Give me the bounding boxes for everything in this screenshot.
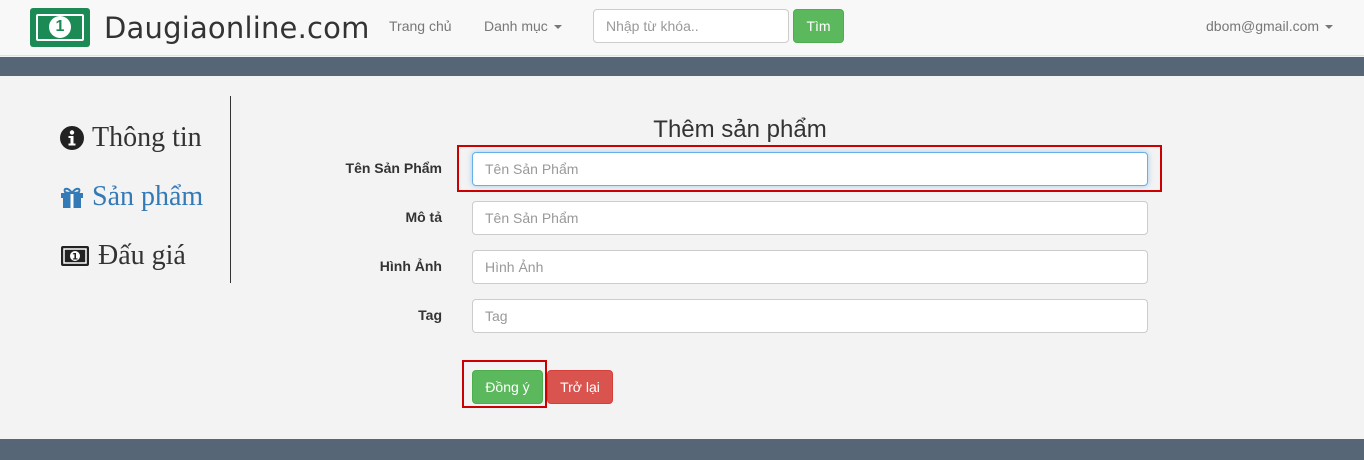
sidebar-item-products[interactable]: Sản phẩm: [60, 181, 203, 213]
back-button[interactable]: Trở lại: [547, 370, 613, 404]
header-band: [0, 57, 1364, 76]
user-menu-dropdown[interactable]: dbom@gmail.com: [1206, 18, 1334, 34]
info-circle-icon: [60, 126, 84, 150]
description-input[interactable]: [472, 201, 1148, 235]
brand-name: Daugiaonline.com: [104, 10, 370, 45]
sidebar-item-label: Thông tin: [92, 122, 202, 153]
sidebar-item-info[interactable]: Thông tin: [60, 122, 202, 154]
tag-label: Tag: [418, 307, 442, 323]
navbar: 1 Daugiaonline.com Trang chủ Danh mục Tì…: [0, 0, 1364, 56]
product-name-input[interactable]: [472, 152, 1148, 186]
svg-text:1: 1: [72, 253, 78, 263]
chevron-down-icon: [1325, 25, 1334, 30]
product-name-label: Tên Sản Phẩm: [345, 160, 442, 176]
form-title: Thêm sản phẩm: [653, 116, 827, 143]
sidebar-item-label: Đấu giá: [98, 240, 186, 271]
gift-icon: [61, 187, 83, 208]
image-input[interactable]: [472, 250, 1148, 284]
image-label: Hình Ảnh: [379, 258, 442, 274]
search-button[interactable]: Tìm: [793, 9, 844, 43]
sidebar: Thông tin Sản phẩm 1 Đấu giá: [60, 96, 231, 283]
nav-categories-dropdown[interactable]: Danh mục: [484, 18, 562, 34]
description-label: Mô tả: [405, 209, 442, 225]
brand-link[interactable]: 1 Daugiaonline.com: [30, 8, 370, 47]
footer-band: [0, 439, 1364, 460]
nav-categories-label: Danh mục: [484, 18, 548, 34]
submit-button[interactable]: Đồng ý: [472, 370, 543, 404]
search-input[interactable]: [593, 9, 789, 43]
sidebar-item-label: Sản phẩm: [92, 181, 204, 212]
user-email: dbom@gmail.com: [1206, 18, 1320, 34]
money-bill-icon: 1: [61, 246, 89, 266]
money-logo-icon: 1: [30, 8, 90, 47]
chevron-down-icon: [553, 25, 562, 30]
nav-home-link[interactable]: Trang chủ: [389, 18, 452, 34]
tag-input[interactable]: [472, 299, 1148, 333]
sidebar-item-auction[interactable]: 1 Đấu giá: [60, 240, 186, 272]
